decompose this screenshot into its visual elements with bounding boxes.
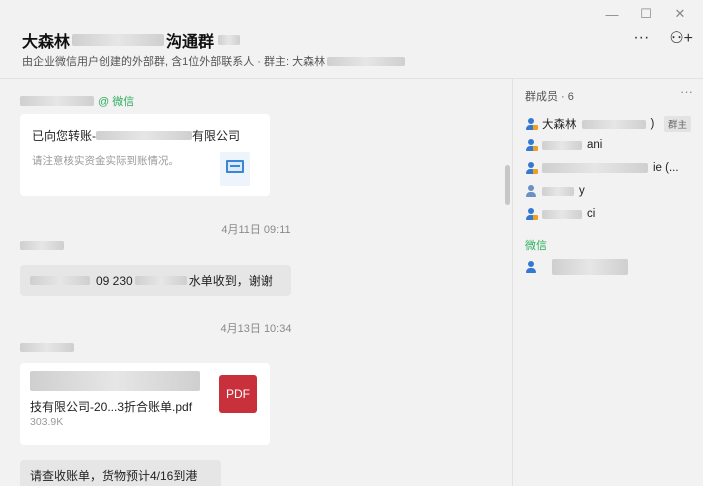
transfer-card[interactable]: 已向您转账- 有限公司 请注意核实资金实际到账情况。 — [20, 114, 270, 196]
wechat-tag: @ 微信 — [98, 96, 135, 108]
redacted-block — [218, 35, 241, 45]
bubble-text-b: 水单收到，谢谢 — [188, 274, 273, 288]
timestamp: 4月13日 10:34 — [220, 323, 292, 335]
timestamp: 4月11日 09:11 — [221, 224, 291, 236]
member-item[interactable]: ie (... — [525, 162, 679, 174]
chat-messages[interactable]: @ 微信 已向您转账- 有限公司 请注意核实资金实际到账情况。 4月11日 09… — [0, 79, 512, 486]
redacted-block — [542, 186, 574, 196]
header-actions: ··· ⚇+ — [633, 28, 693, 48]
close-icon[interactable]: ✕ — [663, 4, 697, 24]
transfer-icon — [220, 152, 250, 186]
file-size: 303.9K — [30, 416, 64, 428]
chat-header: — ☐ ✕ 大森林 沟通群 由企业微信用户创建的外部群, 含1位外部联系人 · … — [0, 0, 703, 78]
file-name: 技有限公司-20...3折合账单.pdf — [30, 400, 193, 414]
more-options-icon[interactable]: ··· — [633, 29, 649, 47]
add-member-icon[interactable]: ⚇+ — [669, 28, 693, 48]
person-icon — [525, 162, 538, 174]
member-name-prefix: 大森林 — [542, 119, 577, 131]
redacted-block — [20, 96, 94, 106]
member-item[interactable]: ani — [525, 139, 602, 151]
member-item[interactable]: 大森林 ) 群主 — [525, 116, 697, 132]
redacted-block — [134, 276, 187, 285]
group-subtitle: 由企业微信用户创建的外部群, 含1位外部联系人 · 群主: 大森林 — [22, 53, 406, 69]
member-name-suffix: ani — [587, 139, 603, 151]
member-name-suffix: ci — [587, 208, 596, 220]
person-icon — [525, 139, 538, 151]
subtitle-text: 由企业微信用户创建的外部群, 含1位外部联系人 · 群主: 大森林 — [22, 56, 326, 68]
title-prefix: 大森林 — [22, 34, 71, 51]
redacted-block — [542, 209, 582, 219]
redacted-block — [96, 131, 192, 140]
member-name-suffix: ie (... — [653, 162, 679, 174]
redacted-block — [542, 140, 582, 150]
redacted-block — [72, 34, 165, 46]
redacted-block — [552, 259, 628, 275]
transfer-card-note: 请注意核实资金实际到账情况。 — [32, 155, 179, 167]
redacted-block — [581, 119, 646, 129]
member-name-suffix: y — [579, 185, 585, 197]
person-icon — [525, 118, 538, 130]
member-name-suffix: ) — [650, 118, 655, 130]
group-title: 大森林 沟通群 — [22, 28, 241, 52]
redacted-block — [30, 371, 200, 391]
message-sender: @ 微信 — [20, 93, 134, 109]
transfer-card-title: 已向您转账- 有限公司 — [32, 127, 240, 144]
card-title-suffix: 有限公司 — [192, 129, 241, 143]
members-panel: 群成员 · 6 ··· 大森林 ) 群主 ani ie (... y ci 微信 — [513, 79, 703, 486]
bubble-text-a: 09 230 — [96, 273, 133, 288]
redacted-sender — [20, 343, 74, 352]
redacted-block — [542, 163, 648, 173]
person-icon — [525, 208, 538, 220]
window-controls: — ☐ ✕ — [595, 4, 697, 24]
title-suffix: 沟通群 — [166, 34, 215, 51]
pdf-icon: PDF — [219, 375, 257, 413]
maximize-icon[interactable]: ☐ — [629, 4, 663, 24]
members-more-icon[interactable]: ··· — [680, 84, 693, 99]
redacted-sender — [20, 241, 64, 250]
redacted-block — [30, 276, 90, 285]
owner-badge: 群主 — [663, 116, 691, 132]
card-title-prefix: 已向您转账- — [32, 129, 96, 143]
redacted-block — [327, 56, 406, 66]
minimize-icon[interactable]: — — [595, 4, 629, 24]
chat-scrollbar[interactable] — [505, 165, 510, 205]
member-item[interactable]: y — [525, 185, 585, 197]
message-bubble[interactable]: 09 230 水单收到，谢谢 — [20, 265, 291, 296]
person-icon — [525, 261, 537, 273]
member-item[interactable]: ci — [525, 208, 595, 220]
member-item[interactable] — [525, 259, 628, 275]
wechat-section-label: 微信 — [525, 240, 547, 252]
members-title: 群成员 · 6 — [525, 91, 574, 103]
message-bubble[interactable]: 请查收账单，货物预计4/16到港 — [20, 460, 221, 486]
file-card[interactable]: 技有限公司-20...3折合账单.pdf 303.9K PDF — [20, 363, 270, 445]
person-icon — [525, 185, 537, 197]
